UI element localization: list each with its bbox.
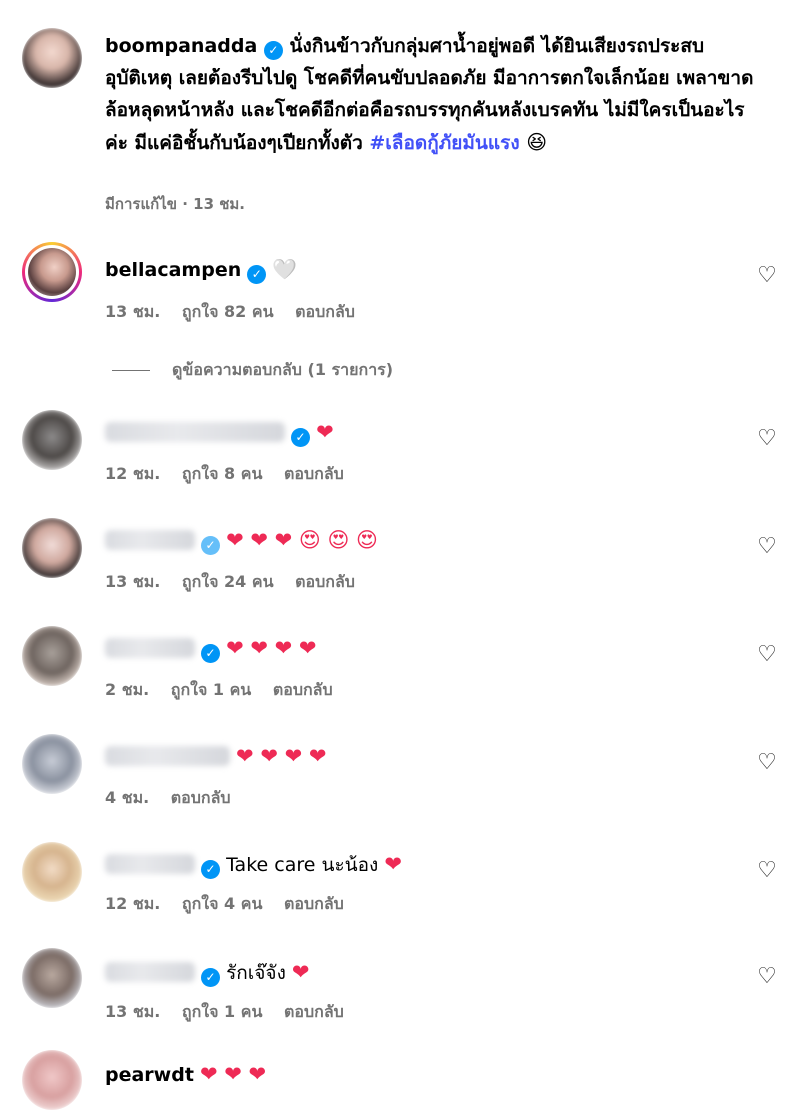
verified-badge-icon: ✓ bbox=[201, 860, 221, 879]
view-replies-button[interactable]: ดูข้อความตอบกลับ (1 รายการ) bbox=[112, 358, 393, 383]
comment-text: ❤ ❤ ❤ ❤ bbox=[226, 636, 317, 660]
comment-meta: 13 ชม. ถูกใจ 1 คน ตอบกลับ bbox=[105, 1000, 360, 1025]
laughing-emoji: 😆 bbox=[526, 130, 548, 154]
comment-likes[interactable]: ถูกใจ 8 คน bbox=[182, 464, 262, 483]
comment-line: ✓ รักเจ๊จัง ❤ bbox=[105, 958, 310, 988]
comment-text: ❤ ❤ ❤ bbox=[199, 1062, 267, 1086]
reply-button[interactable]: ตอบกลับ bbox=[284, 1002, 344, 1021]
commenter-username[interactable]: pearwdt bbox=[105, 1064, 194, 1086]
blurred-username bbox=[105, 746, 230, 766]
comment-meta: 13 ชม. ถูกใจ 82 คน ตอบกลับ bbox=[105, 300, 371, 325]
commenter-avatar[interactable] bbox=[22, 948, 82, 1008]
comment-time: 2 ชม. bbox=[105, 680, 150, 699]
reply-button[interactable]: ตอบกลับ bbox=[273, 680, 333, 699]
reply-button[interactable]: ตอบกลับ bbox=[295, 302, 355, 321]
comment-text: 🤍 bbox=[272, 257, 298, 281]
comment-meta: 13 ชม. ถูกใจ 24 คน ตอบกลับ bbox=[105, 570, 371, 595]
comment-likes[interactable]: ถูกใจ 4 คน bbox=[182, 894, 262, 913]
comment-line: pearwdt ❤ ❤ ❤ bbox=[105, 1062, 266, 1086]
caption-meta: มีการแก้ไข · 13 ชม. bbox=[105, 195, 246, 213]
verified-badge-icon: ✓ bbox=[201, 644, 221, 663]
like-heart-icon[interactable]: ♡ bbox=[756, 860, 778, 882]
like-heart-icon[interactable]: ♡ bbox=[756, 966, 778, 988]
commenter-avatar[interactable] bbox=[22, 410, 82, 470]
like-heart-icon[interactable]: ♡ bbox=[756, 536, 778, 558]
comment-text: ❤ ❤ ❤ 😍 😍 😍 bbox=[226, 528, 378, 552]
comment-time: 13 ชม. bbox=[105, 302, 161, 321]
reply-button[interactable]: ตอบกลับ bbox=[284, 894, 344, 913]
comment-time: 4 ชม. bbox=[105, 788, 150, 807]
verified-badge-icon: ✓ bbox=[201, 536, 221, 555]
heart-emoji: ❤ bbox=[291, 960, 310, 984]
comment-line: ✓ ❤ ❤ ❤ ❤ bbox=[105, 636, 317, 663]
comment-time: 13 ชม. bbox=[105, 1002, 161, 1021]
like-heart-icon[interactable]: ♡ bbox=[756, 644, 778, 666]
comment-likes[interactable]: ถูกใจ 24 คน bbox=[182, 572, 274, 591]
blurred-username bbox=[105, 638, 195, 658]
commenter-avatar[interactable] bbox=[22, 626, 82, 686]
commenter-avatar[interactable] bbox=[22, 518, 82, 578]
heart-emoji: ❤ bbox=[384, 852, 402, 876]
verified-badge-icon: ✓ bbox=[291, 428, 311, 447]
comment-line: ✓ ❤ ❤ ❤ 😍 😍 😍 bbox=[105, 528, 378, 555]
comment-meta: 12 ชม. ถูกใจ 4 คน ตอบกลับ bbox=[105, 892, 360, 917]
commenter-avatar[interactable] bbox=[22, 734, 82, 794]
comment-meta: 4 ชม. ตอบกลับ bbox=[105, 786, 247, 811]
blurred-username bbox=[105, 962, 195, 982]
comment-meta: 12 ชม. ถูกใจ 8 คน ตอบกลับ bbox=[105, 462, 360, 487]
comment-line: bellacampen ✓ 🤍 bbox=[105, 257, 297, 284]
blurred-username bbox=[105, 530, 195, 550]
comment-line: ❤ ❤ ❤ ❤ bbox=[105, 744, 326, 768]
comment-time: 13 ชม. bbox=[105, 572, 161, 591]
reply-button[interactable]: ตอบกลับ bbox=[284, 464, 344, 483]
verified-badge-icon: ✓ bbox=[247, 265, 267, 284]
commenter-avatar[interactable] bbox=[22, 842, 82, 902]
comment-meta: 2 ชม. ถูกใจ 1 คน ตอบกลับ bbox=[105, 678, 349, 703]
comment-line: ✓ ❤ bbox=[105, 420, 334, 447]
commenter-username[interactable]: bellacampen bbox=[105, 259, 241, 281]
comment-text: Take care นะน้อง bbox=[226, 854, 379, 876]
blurred-username bbox=[105, 854, 195, 874]
caption-hashtag[interactable]: #เลือดกู้ภัยมันแรง bbox=[369, 132, 519, 154]
post-caption: boompanadda ✓ นั่งกินข้าวกับกลุ่มศาน้ำอย… bbox=[105, 30, 765, 159]
blurred-username bbox=[105, 422, 285, 442]
verified-badge-icon: ✓ bbox=[263, 41, 283, 60]
comment-text: ❤ ❤ ❤ ❤ bbox=[236, 744, 327, 768]
comment-text: รักเจ๊จัง bbox=[226, 962, 286, 984]
comment-line: ✓ Take care นะน้อง ❤ bbox=[105, 850, 402, 880]
commenter-avatar[interactable] bbox=[22, 242, 82, 302]
divider bbox=[112, 370, 150, 371]
comment-likes[interactable]: ถูกใจ 1 คน bbox=[182, 1002, 262, 1021]
comment-time: 12 ชม. bbox=[105, 894, 161, 913]
like-heart-icon[interactable]: ♡ bbox=[756, 752, 778, 774]
comment-likes[interactable]: ถูกใจ 1 คน bbox=[171, 680, 251, 699]
like-heart-icon[interactable]: ♡ bbox=[756, 428, 778, 450]
comment-text: ❤ bbox=[316, 420, 334, 444]
reply-button[interactable]: ตอบกลับ bbox=[171, 788, 231, 807]
author-avatar[interactable] bbox=[22, 28, 82, 88]
reply-button[interactable]: ตอบกลับ bbox=[295, 572, 355, 591]
comment-likes[interactable]: ถูกใจ 82 คน bbox=[182, 302, 274, 321]
comment-time: 12 ชม. bbox=[105, 464, 161, 483]
verified-badge-icon: ✓ bbox=[201, 968, 221, 987]
commenter-avatar[interactable] bbox=[22, 1050, 82, 1110]
like-heart-icon[interactable]: ♡ bbox=[756, 265, 778, 287]
author-username[interactable]: boompanadda bbox=[105, 35, 257, 57]
